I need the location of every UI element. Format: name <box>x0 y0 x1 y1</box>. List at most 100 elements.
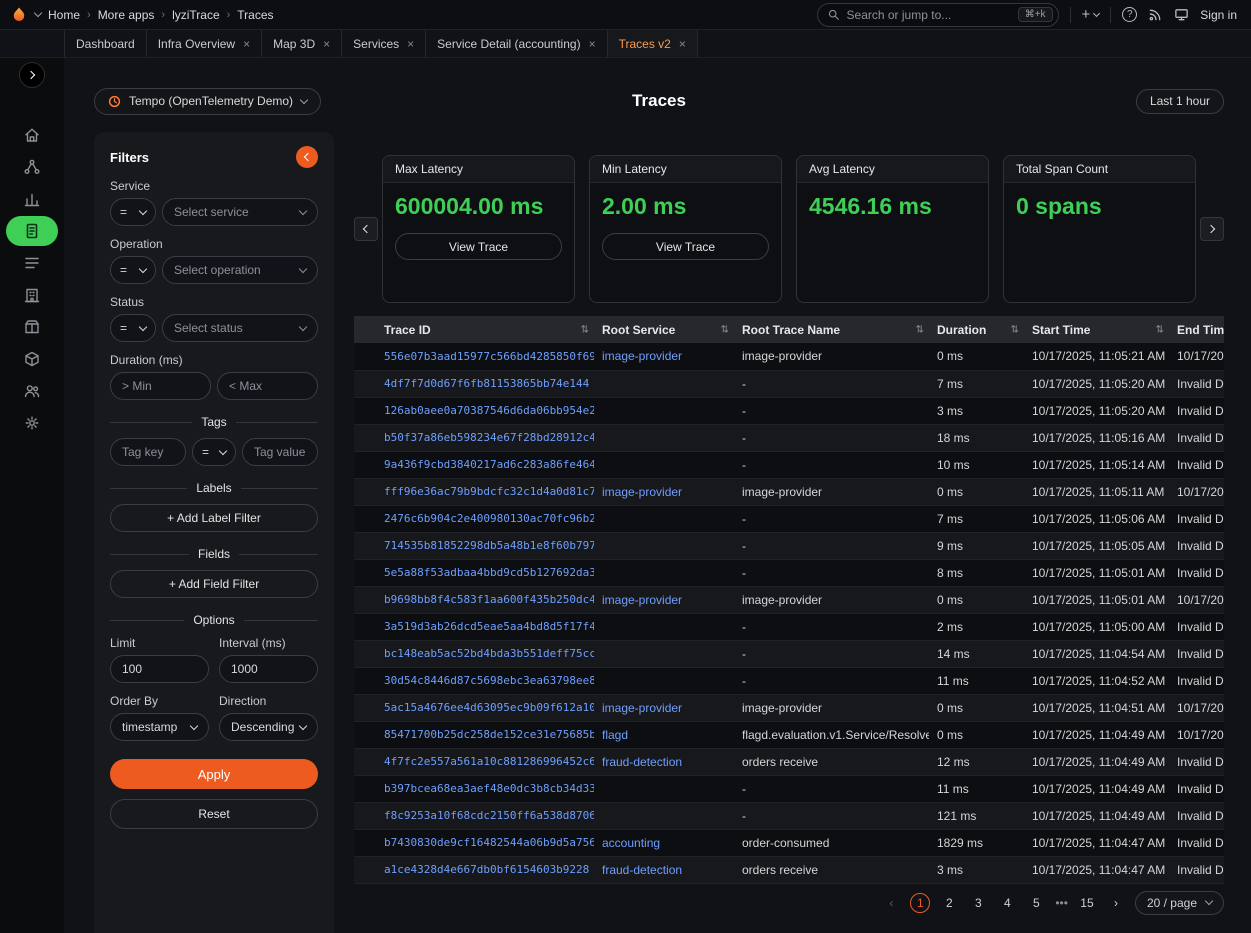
breadcrumb-item-more-apps[interactable]: More apps <box>98 8 155 22</box>
trace-id-link[interactable]: b7430830de9cf16482544a06b9d5a756 <box>376 829 594 856</box>
tab-traces-v2[interactable]: Traces v2× <box>608 30 698 57</box>
service-select[interactable]: Select service <box>162 198 318 226</box>
next-page-button[interactable]: › <box>1106 893 1126 913</box>
scroll-stats-right-button[interactable] <box>1200 217 1224 241</box>
tag-operator-select[interactable]: = <box>192 438 236 466</box>
root-service-link[interactable]: image-provider <box>594 478 734 505</box>
search-input[interactable]: Search or jump to... ⌘+k <box>817 3 1059 27</box>
tab-map-3d[interactable]: Map 3D× <box>262 30 342 57</box>
breadcrumb-item-home[interactable]: Home <box>48 8 80 22</box>
root-service-link[interactable]: image-provider <box>594 343 734 370</box>
trace-id-link[interactable]: b9698bb8f4c583f1aa600f435b250dc4 <box>376 586 594 613</box>
sidebar-item-apps[interactable] <box>0 152 64 182</box>
sidebar-item-organization[interactable] <box>0 280 64 310</box>
page-button-15[interactable]: 15 <box>1077 893 1097 913</box>
column-header-root-service[interactable]: Root Service⇅ <box>594 316 734 343</box>
page-button-1[interactable]: 1 <box>910 893 930 913</box>
sidebar-item-settings[interactable] <box>0 408 64 438</box>
trace-id-link[interactable]: bc148eab5ac52bd4bda3b551deff75cc <box>376 640 594 667</box>
trace-id-link[interactable]: 5ac15a4676ee4d63095ec9b09f612a10 <box>376 694 594 721</box>
tab-dashboard[interactable]: Dashboard <box>64 30 147 57</box>
trace-id-link[interactable]: 9a436f9cbd3840217ad6c283a86fe464 <box>376 451 594 478</box>
display-button[interactable] <box>1174 7 1189 22</box>
sidebar-item-inventory[interactable] <box>0 312 64 342</box>
close-icon[interactable]: × <box>589 38 596 50</box>
root-service-link[interactable]: flagd <box>594 721 734 748</box>
sort-icon[interactable]: ⇅ <box>916 324 924 335</box>
tab-services[interactable]: Services× <box>342 30 426 57</box>
column-header-trace-id[interactable]: Trace ID⇅ <box>376 316 594 343</box>
scroll-stats-left-button[interactable] <box>354 217 378 241</box>
column-header-duration[interactable]: Duration⇅ <box>929 316 1024 343</box>
previous-page-button[interactable]: ‹ <box>881 893 901 913</box>
trace-id-link[interactable]: b397bcea68ea3aef48e0dc3b8cb34d33 <box>376 775 594 802</box>
trace-id-link[interactable]: 2476c6b904c2e400980130ac70fc96b2 <box>376 505 594 532</box>
sidebar-item-home[interactable] <box>0 120 64 150</box>
help-button[interactable]: ? <box>1122 7 1137 22</box>
trace-id-link[interactable]: 4f7fc2e557a561a10c881286996452c6 <box>376 748 594 775</box>
trace-id-link[interactable]: 85471700b25dc258de152ce31e75685b <box>376 721 594 748</box>
page-button-3[interactable]: 3 <box>968 893 988 913</box>
sort-icon[interactable]: ⇅ <box>721 324 729 335</box>
trace-id-link[interactable]: 556e07b3aad15977c566bd4285850f69 <box>376 343 594 370</box>
trace-id-link[interactable]: 126ab0aee0a70387546d6da06bb954e2 <box>376 397 594 424</box>
sidebar-item-users[interactable] <box>0 376 64 406</box>
trace-id-link[interactable]: 4df7f7d0d67f6fb81153865bb74e144 <box>376 370 594 397</box>
sign-in-link[interactable]: Sign in <box>1200 8 1237 22</box>
trace-id-link[interactable]: 714535b81852298db5a48b1e8f60b797 <box>376 532 594 559</box>
tag-value-input[interactable] <box>242 438 318 466</box>
view-trace-button[interactable]: View Trace <box>395 233 562 260</box>
sort-icon[interactable]: ⇅ <box>581 324 589 335</box>
expand-sidebar-button[interactable] <box>19 62 45 88</box>
view-trace-button[interactable]: View Trace <box>602 233 769 260</box>
tab-infra-overview[interactable]: Infra Overview× <box>147 30 262 57</box>
root-service-link[interactable]: accounting <box>594 829 734 856</box>
trace-id-link[interactable]: 5e5a88f53adbaa4bbd9cd5b127692da3 <box>376 559 594 586</box>
time-range-button[interactable]: Last 1 hour <box>1136 89 1224 114</box>
duration-min-input[interactable] <box>110 372 211 400</box>
service-operator-select[interactable]: = <box>110 198 156 226</box>
page-button-2[interactable]: 2 <box>939 893 959 913</box>
limit-input[interactable] <box>110 655 209 683</box>
order-by-select[interactable]: timestamp <box>110 713 209 741</box>
datasource-picker[interactable]: Tempo (OpenTelemetry Demo) <box>94 88 321 115</box>
apply-button[interactable]: Apply <box>110 759 318 789</box>
collapse-filters-button[interactable] <box>296 146 318 168</box>
root-service-link[interactable]: image-provider <box>594 586 734 613</box>
direction-select[interactable]: Descending <box>219 713 318 741</box>
operation-select[interactable]: Select operation <box>162 256 318 284</box>
breadcrumb-item-lyzitrace[interactable]: lyziTrace <box>172 8 220 22</box>
root-service-link[interactable]: fraud-detection <box>594 856 734 883</box>
close-icon[interactable]: × <box>407 38 414 50</box>
news-button[interactable] <box>1148 7 1163 22</box>
trace-id-link[interactable]: f8c9253a10f68cdc2150ff6a538d8706 <box>376 802 594 829</box>
sidebar-item-traces[interactable] <box>0 216 64 246</box>
trace-id-link[interactable]: a1ce4328d4e667db0bf6154603b9228 <box>376 856 594 883</box>
trace-id-link[interactable]: fff96e36ac79b9bdcfc32c1d4a0d81c7 <box>376 478 594 505</box>
sort-icon[interactable]: ⇅ <box>1011 324 1019 335</box>
column-header-start-time[interactable]: Start Time⇅ <box>1024 316 1169 343</box>
page-button-5[interactable]: 5 <box>1026 893 1046 913</box>
status-operator-select[interactable]: = <box>110 314 156 342</box>
org-switcher-chevron-down-icon[interactable] <box>34 9 42 17</box>
page-size-select[interactable]: 20 / page <box>1135 891 1224 915</box>
close-icon[interactable]: × <box>679 38 686 50</box>
sort-icon[interactable]: ⇅ <box>1156 324 1164 335</box>
add-new-button[interactable]: + <box>1082 6 1100 23</box>
sidebar-item-logs[interactable] <box>0 248 64 278</box>
close-icon[interactable]: × <box>243 38 250 50</box>
operation-operator-select[interactable]: = <box>110 256 156 284</box>
duration-max-input[interactable] <box>217 372 318 400</box>
trace-id-link[interactable]: 3a519d3ab26dcd5eae5aa4bd8d5f17f4 <box>376 613 594 640</box>
tab-service-detail-accounting[interactable]: Service Detail (accounting)× <box>426 30 607 57</box>
tag-key-input[interactable] <box>110 438 186 466</box>
root-service-link[interactable]: image-provider <box>594 694 734 721</box>
sidebar-item-analytics[interactable] <box>0 184 64 214</box>
page-button-4[interactable]: 4 <box>997 893 1017 913</box>
add-field-filter-button[interactable]: + Add Field Filter <box>110 570 318 598</box>
root-service-link[interactable]: fraud-detection <box>594 748 734 775</box>
close-icon[interactable]: × <box>323 38 330 50</box>
interval-input[interactable] <box>219 655 318 683</box>
breadcrumb-item-traces[interactable]: Traces <box>237 8 273 22</box>
status-select[interactable]: Select status <box>162 314 318 342</box>
